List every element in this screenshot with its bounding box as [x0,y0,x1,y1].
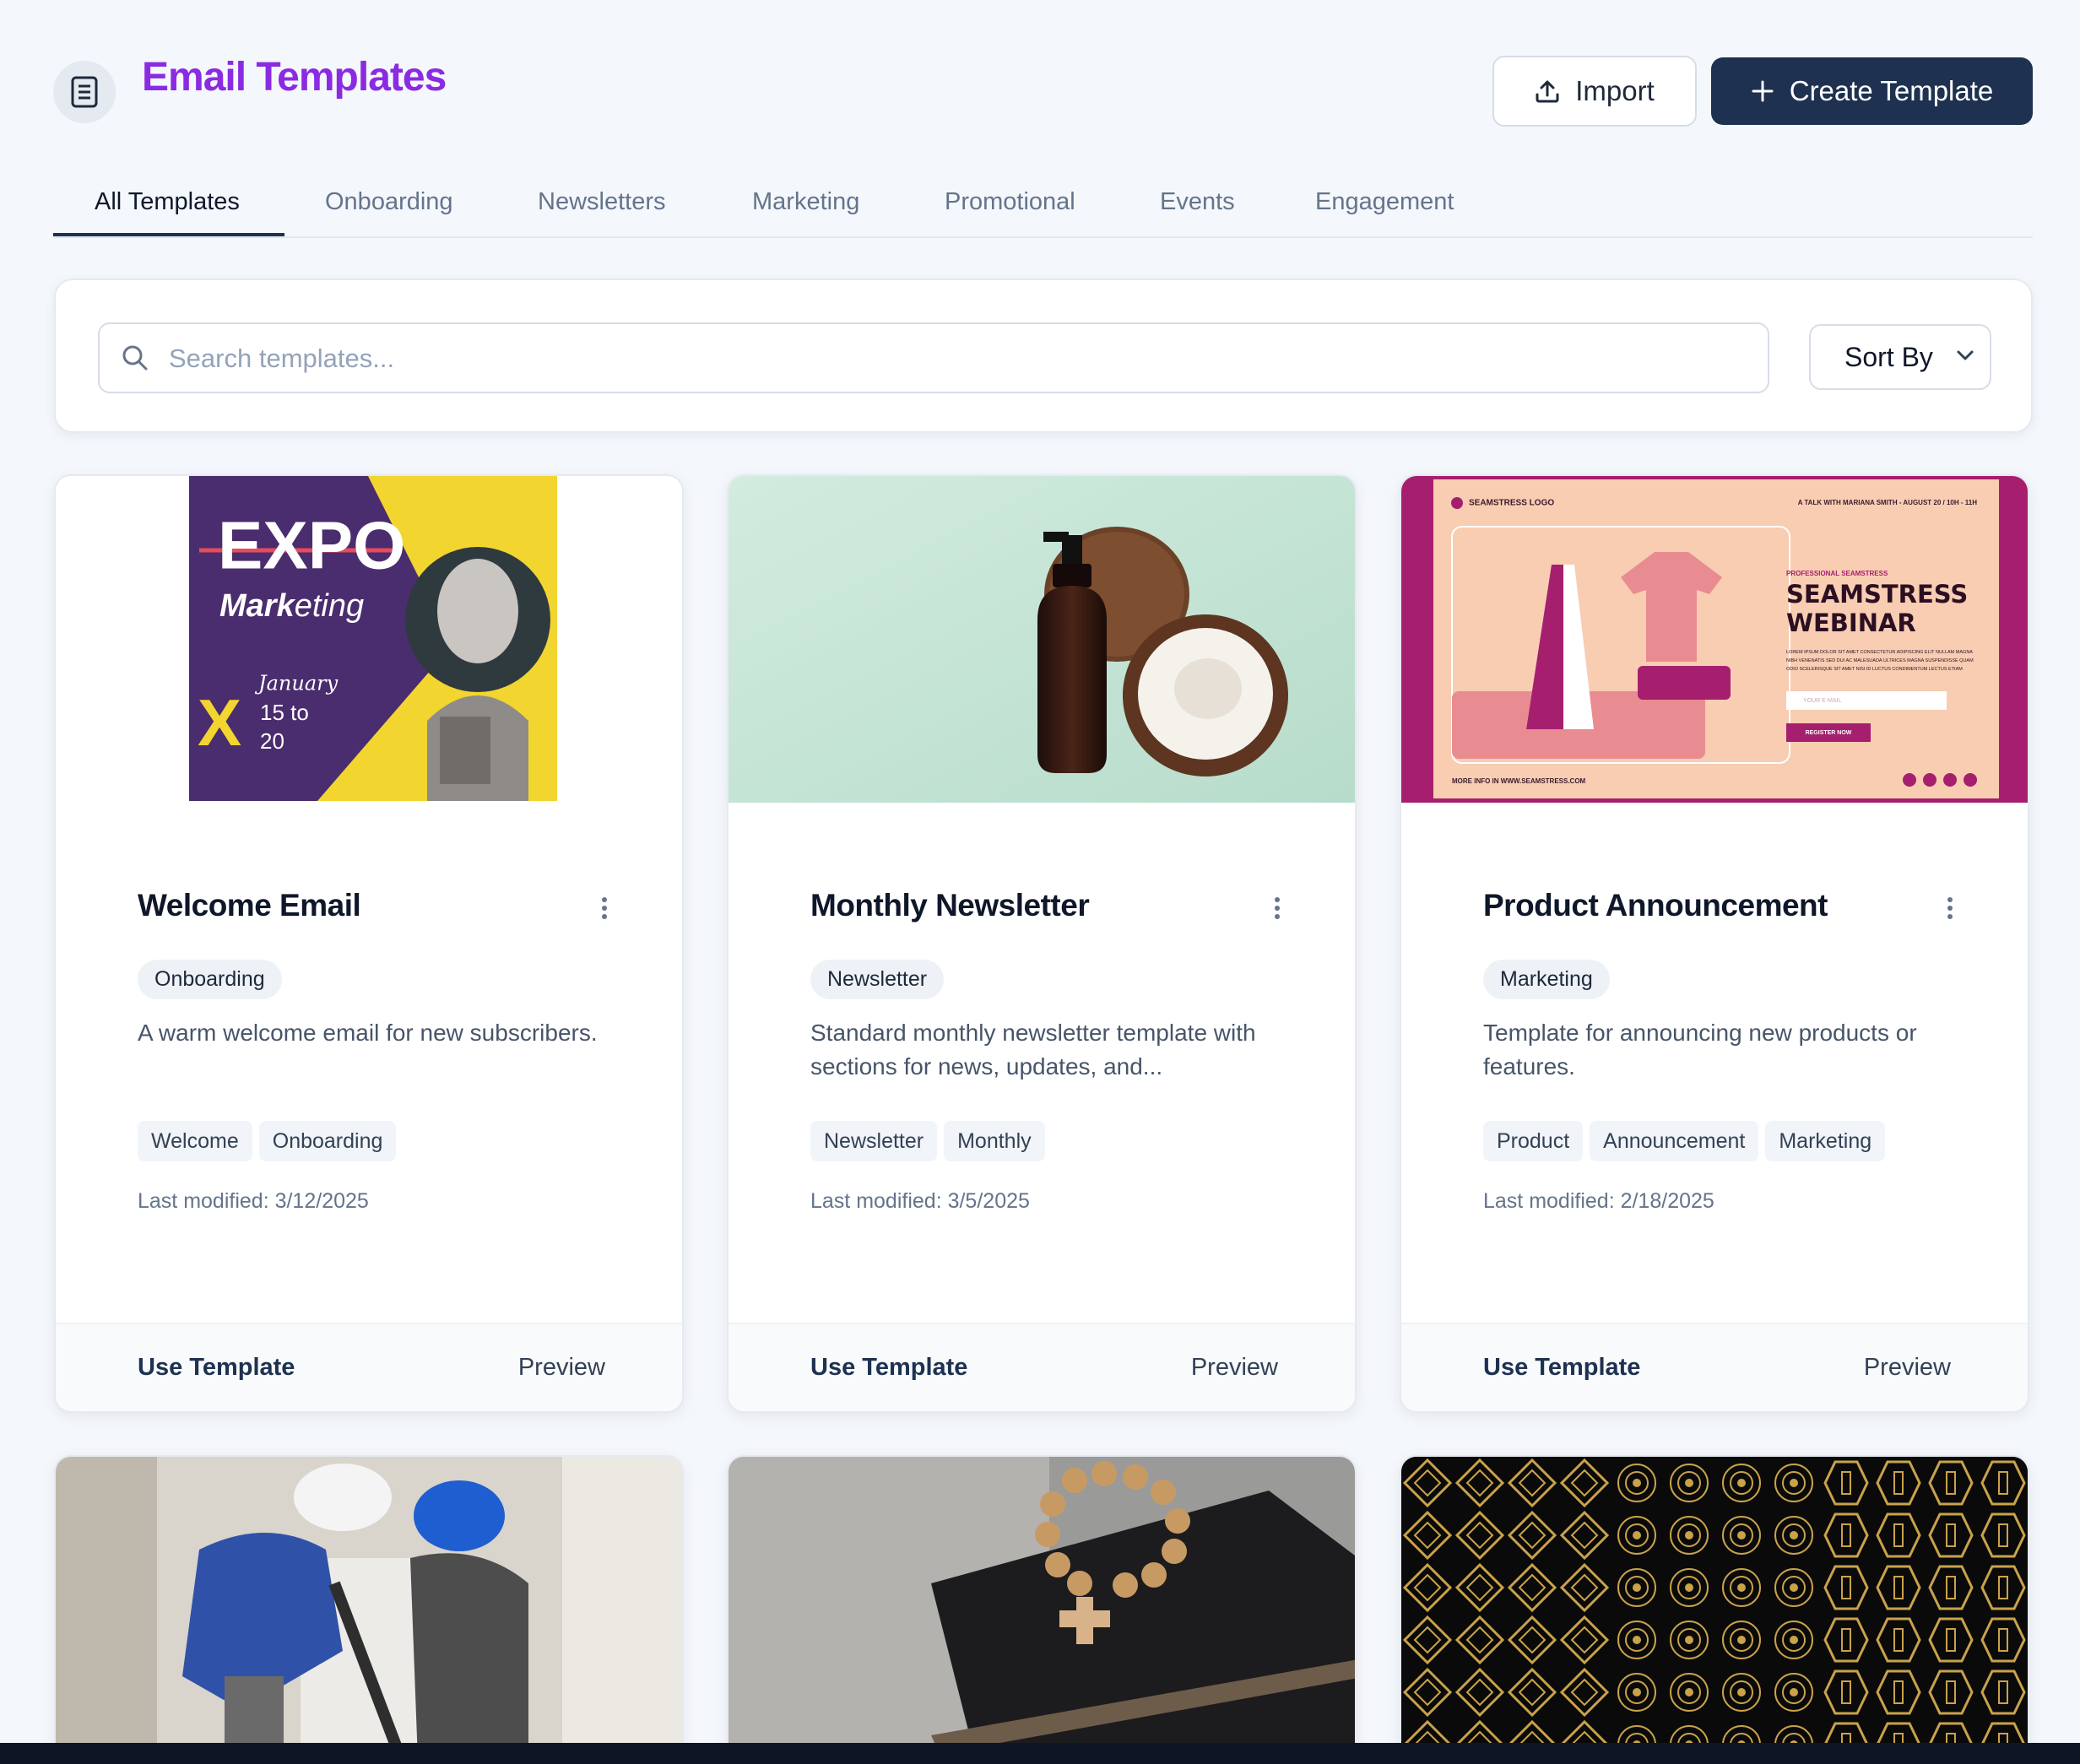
tab-all-templates[interactable]: All Templates [95,188,240,216]
tag-list: Welcome Onboarding [138,1121,397,1161]
search-icon [122,345,148,371]
template-thumbnail: EXPO Marketing X January 15 to 20 [56,476,682,803]
category-badge: Newsletter [810,960,945,999]
card-footer: Use Template Preview [729,1323,1355,1411]
tag: Announcement [1590,1121,1759,1161]
last-modified: Last modified: 2/18/2025 [1483,1189,1714,1213]
sort-by-select[interactable]: Sort By [1809,324,1991,390]
card-title: Monthly Newsletter [810,888,1090,923]
expo-marketing-image: EXPO Marketing X January 15 to 20 [189,476,557,801]
tag: Monthly [944,1121,1045,1161]
search-input[interactable] [169,338,1739,380]
card-title: Product Announcement [1483,888,1828,923]
template-thumbnail: SEAMSTRESS LOGO A TALK WITH MARIANA SMIT… [1401,476,2028,803]
svg-text:Marketing: Marketing [219,588,364,624]
import-label: Import [1575,75,1655,106]
tag: Product [1483,1121,1584,1161]
category-tabs: All Templates Onboarding Newsletters Mar… [53,173,2033,238]
use-template-button[interactable]: Use Template [138,1354,295,1382]
tag-list: Product Announcement Marketing [1483,1121,1886,1161]
tab-marketing[interactable]: Marketing [752,188,859,216]
preview-button[interactable]: Preview [518,1354,605,1382]
thumb-date-range: 15 to [260,700,309,725]
template-thumbnail [729,1457,1355,1764]
thumb-headline-1: SEAMSTRESS [1786,580,1968,609]
document-icon [53,61,116,123]
thumb-date-end: 20 [260,728,284,754]
tab-promotional[interactable]: Promotional [945,188,1075,216]
tab-engagement[interactable]: Engagement [1315,188,1454,216]
template-card-product-announcement[interactable]: SEAMSTRESS LOGO A TALK WITH MARIANA SMIT… [1400,474,2029,1413]
active-tab-indicator [53,233,284,236]
plus-icon [1752,80,1774,102]
template-thumbnail [729,476,1355,803]
thumb-logo: SEAMSTRESS LOGO [1469,499,1554,508]
category-badge: Onboarding [138,960,282,999]
sort-by-label: Sort By [1844,341,1933,372]
more-options-icon[interactable] [1260,888,1294,928]
tab-newsletters[interactable]: Newsletters [538,188,666,216]
search-panel: Sort By [54,279,2033,433]
search-box [98,322,1769,393]
seamstress-webinar-image: SEAMSTRESS LOGO A TALK WITH MARIANA SMIT… [1401,476,2028,803]
tag-list: Newsletter Monthly [810,1121,1045,1161]
thumb-body-3: ODIO SCELERISQUE SIT AMET NISI ID LUCTUS… [1786,667,1963,672]
card-footer: Use Template Preview [56,1323,682,1411]
thumb-email-placeholder: YOUR E-MAIL [1803,698,1842,704]
card-description: Standard monthly newsletter template wit… [810,1020,1256,1080]
use-template-button[interactable]: Use Template [810,1354,967,1382]
template-card-monthly-newsletter[interactable]: Monthly Newsletter Newsletter Standard m… [727,474,1357,1413]
template-card-art-deco[interactable] [1400,1455,2029,1764]
template-card-welcome-email[interactable]: EXPO Marketing X January 15 to 20 Welcom… [54,474,684,1413]
thumb-register: REGISTER NOW [1806,730,1852,736]
use-template-button[interactable]: Use Template [1483,1354,1640,1382]
bottom-edge-bar [0,1743,2080,1764]
template-thumbnail [1401,1457,2028,1764]
thumb-more-info: MORE INFO IN WWW.SEAMSTRESS.COM [1452,777,1586,785]
thumb-kicker: PROFESSIONAL SEAMSTRESS [1786,570,1888,577]
thumb-date-month: January [254,672,339,695]
chevron-down-icon [1957,350,1974,360]
thumb-body-1: LOREM IPSUM DOLOR SIT AMET CONSECTETUR A… [1786,650,1973,655]
art-deco-pattern-image [1401,1457,2028,1764]
tag: Welcome [138,1121,252,1161]
tab-events[interactable]: Events [1160,188,1235,216]
preview-button[interactable]: Preview [1191,1354,1278,1382]
template-card-workers[interactable] [54,1455,684,1764]
last-modified: Last modified: 3/5/2025 [810,1189,1030,1213]
card-footer: Use Template Preview [1401,1323,2028,1411]
tag: Marketing [1765,1121,1886,1161]
thumb-headline-2: WEBINAR [1786,609,1916,637]
category-badge: Marketing [1483,960,1610,999]
create-template-label: Create Template [1789,75,1994,106]
thumb-marketing-rest: eting [295,588,364,624]
last-modified: Last modified: 3/12/2025 [138,1189,369,1213]
thumb-talk: A TALK WITH MARIANA SMITH - AUGUST 20 / … [1798,499,1978,506]
rosary-book-image [729,1457,1355,1764]
page-title: Email Templates [142,55,447,100]
template-card-rosary[interactable] [727,1455,1357,1764]
create-template-button[interactable]: Create Template [1711,57,2033,125]
thumb-marketing-bold: Mark [219,588,296,624]
thumb-expo-text: EXPO [218,508,405,583]
soap-coconut-image [729,476,1355,803]
tag: Newsletter [810,1121,938,1161]
more-options-icon[interactable] [588,888,621,928]
construction-workers-image [56,1457,682,1764]
thumb-x-mark: X [198,685,241,760]
more-options-icon[interactable] [1933,888,1967,928]
template-thumbnail [56,1457,682,1764]
thumb-body-2: NIBH VENENATIS SED DUI AC MALESUADA ULTR… [1786,658,1974,663]
import-button[interactable]: Import [1492,56,1697,127]
card-description: A warm welcome email for new subscribers… [138,1020,598,1046]
email-templates-page: Email Templates Import Create Template A… [0,0,2080,1764]
preview-button[interactable]: Preview [1864,1354,1951,1382]
tag: Onboarding [258,1121,397,1161]
card-title: Welcome Email [138,888,361,923]
upload-icon [1536,80,1559,103]
tab-onboarding[interactable]: Onboarding [325,188,453,216]
card-description: Template for announcing new products or … [1483,1020,1917,1080]
